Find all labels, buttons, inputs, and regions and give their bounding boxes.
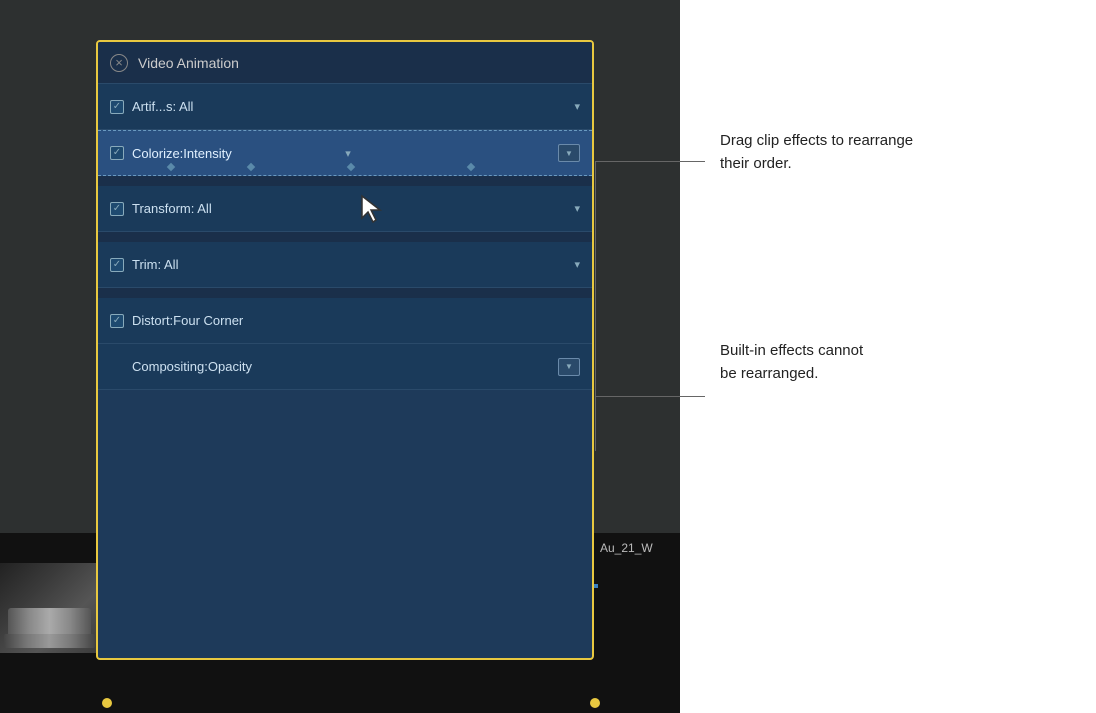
- timeline-marker-right: [590, 698, 600, 708]
- annotation-2-text: Built-in effects cannotbe rearranged.: [720, 340, 940, 385]
- checkbox-colorize[interactable]: [110, 146, 124, 160]
- effect-row-trim: Trim: All ▾: [98, 242, 592, 288]
- keyframe-dot-2: [247, 163, 255, 171]
- effect-name-trim: Trim: All: [132, 257, 568, 272]
- keyframe-dot-3: [347, 163, 355, 171]
- panel-title: Video Animation: [138, 55, 239, 71]
- effect-row-artifacts: Artif...s: All ▾: [98, 84, 592, 130]
- checkbox-trim[interactable]: [110, 258, 124, 272]
- effect-name-distort: Distort:Four Corner: [132, 313, 580, 328]
- annotation-line-1-v: [595, 161, 596, 341]
- panel-header: Video Animation: [98, 42, 592, 84]
- effect-row-distort: Distort:Four Corner: [98, 298, 592, 344]
- checkbox-area-distort[interactable]: [110, 314, 124, 328]
- dropdown-trim[interactable]: ▾: [574, 258, 580, 271]
- timeline-marker-left: [102, 698, 112, 708]
- spacer-3: [98, 288, 592, 298]
- checkbox-area-transform[interactable]: [110, 202, 124, 216]
- thumb-small-left: [0, 563, 100, 653]
- effect-name-artifacts: Artif...s: All: [132, 99, 568, 114]
- checkbox-area-trim[interactable]: [110, 258, 124, 272]
- keyframe-row: [128, 162, 542, 172]
- annotation-line-1-h: [595, 161, 705, 162]
- spacer-2: [98, 232, 592, 242]
- expand-btn-compositing[interactable]: [558, 358, 580, 376]
- effect-row-compositing: Compositing:Opacity: [98, 344, 592, 390]
- dropdown-transform[interactable]: ▾: [574, 202, 580, 215]
- effect-name-transform: Transform: All: [132, 201, 568, 216]
- effect-name-compositing: Compositing:Opacity: [132, 359, 345, 374]
- expand-btn-colorize[interactable]: [558, 144, 580, 162]
- spacer-1: [98, 176, 592, 186]
- checkbox-transform[interactable]: [110, 202, 124, 216]
- keyframe-dot-1: [167, 163, 175, 171]
- panel-close-button[interactable]: [110, 54, 128, 72]
- annotation-line-2-h: [595, 396, 705, 397]
- clip-label-right: Au_21_W: [600, 541, 653, 555]
- video-animation-panel: Video Animation Artif...s: All ▾ Coloriz…: [96, 40, 594, 660]
- checkbox-area-colorize[interactable]: [110, 146, 124, 160]
- checkbox-artifacts[interactable]: [110, 100, 124, 114]
- checkbox-distort[interactable]: [110, 314, 124, 328]
- checkbox-area-artifacts[interactable]: [110, 100, 124, 114]
- effect-row-transform: Transform: All ▾: [98, 186, 592, 232]
- annotation-1-text: Drag clip effects to rearrange their ord…: [720, 130, 940, 175]
- dropdown-artifacts[interactable]: ▾: [574, 100, 580, 113]
- dropdown-colorize[interactable]: ▾: [345, 147, 351, 160]
- keyframe-dot-4: [467, 163, 475, 171]
- annotation-line-2-v: [595, 341, 596, 451]
- effect-row-colorize-wrapper: Colorize:Intensity ▾: [98, 130, 592, 176]
- effect-name-colorize: Colorize:Intensity: [132, 146, 339, 161]
- annotation-1: Drag clip effects to rearrange their ord…: [720, 130, 940, 175]
- annotation-2: Built-in effects cannotbe rearranged.: [720, 340, 940, 385]
